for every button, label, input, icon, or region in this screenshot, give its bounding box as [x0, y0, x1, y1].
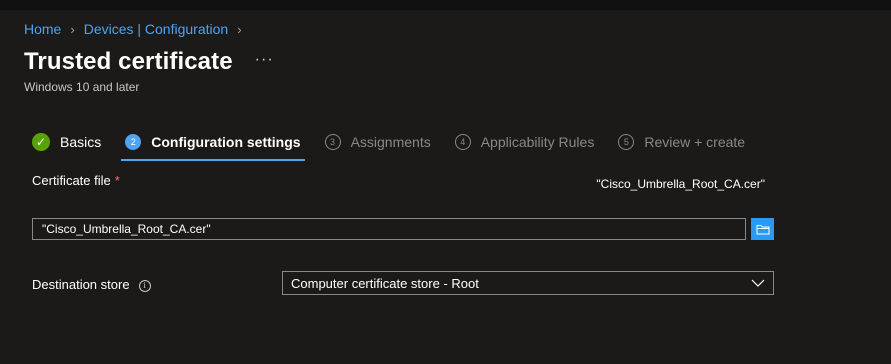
certificate-file-label-text: Certificate file — [32, 173, 111, 188]
chevron-right-icon: › — [70, 21, 75, 37]
certificate-file-input-value: "Cisco_Umbrella_Root_CA.cer" — [42, 222, 211, 236]
step-review-create[interactable]: 5 Review + create — [618, 131, 745, 153]
page-title: Trusted certificate — [24, 48, 233, 75]
chevron-right-icon: › — [237, 21, 242, 37]
more-options-button[interactable]: ··· — [255, 51, 274, 69]
step-assignments[interactable]: 3 Assignments — [324, 131, 431, 153]
step-number-badge: 2 — [125, 134, 142, 150]
page-subtitle: Windows 10 and later — [24, 80, 140, 94]
chevron-down-icon — [751, 279, 765, 287]
destination-store-label: Destination store i — [32, 277, 151, 292]
step-applicability-rules[interactable]: 4 Applicability Rules — [454, 131, 595, 153]
step-label: Applicability Rules — [480, 134, 595, 150]
folder-icon — [756, 224, 769, 234]
browse-file-button[interactable] — [751, 218, 774, 240]
selected-file-name: "Cisco_Umbrella_Root_CA.cer" — [596, 177, 765, 191]
step-label: Review + create — [644, 134, 746, 150]
step-configuration-settings[interactable]: 2 Configuration settings — [121, 131, 305, 161]
required-indicator: * — [114, 173, 120, 188]
destination-store-selected: Computer certificate store - Root — [291, 275, 479, 291]
title-row: Trusted certificate ··· — [24, 48, 274, 76]
step-label: Basics — [60, 134, 102, 150]
step-label: Assignments — [350, 134, 431, 150]
checkmark-icon: ✓ — [32, 133, 50, 151]
destination-store-label-text: Destination store — [32, 277, 130, 292]
info-icon[interactable]: i — [138, 279, 151, 292]
breadcrumb-home-link[interactable]: Home — [24, 21, 61, 37]
breadcrumb: Home › Devices | Configuration › — [24, 21, 251, 37]
step-number-badge: 4 — [454, 134, 471, 150]
destination-store-dropdown[interactable]: Computer certificate store - Root — [282, 271, 774, 295]
certificate-file-label: Certificate file * — [32, 173, 120, 188]
top-bar — [0, 0, 891, 10]
step-number-badge: 3 — [324, 134, 341, 150]
breadcrumb-devices-configuration-link[interactable]: Devices | Configuration — [84, 21, 228, 37]
step-basics[interactable]: ✓ Basics — [32, 131, 101, 153]
step-number-badge: 5 — [618, 134, 635, 150]
wizard-steps: ✓ Basics 2 Configuration settings 3 Assi… — [32, 131, 769, 161]
certificate-file-input[interactable]: "Cisco_Umbrella_Root_CA.cer" — [32, 218, 746, 240]
step-label: Configuration settings — [151, 134, 301, 150]
